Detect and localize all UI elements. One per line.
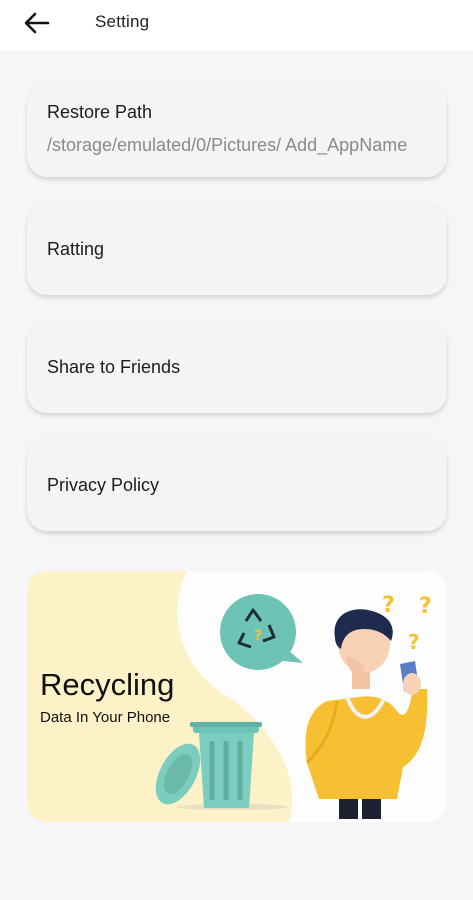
rating-label: Ratting	[47, 239, 105, 259]
page-title: Setting	[95, 12, 150, 31]
question-mark-icon: ?	[382, 593, 395, 618]
back-button[interactable]	[18, 6, 56, 40]
svg-text:?: ?	[408, 630, 420, 654]
restore-path-item[interactable]: Restore Path /storage/emulated/0/Picture…	[27, 84, 447, 177]
privacy-policy-label: Privacy Policy	[47, 475, 160, 495]
promo-banner: ? ? ? ? Recycling Data In Your Phone	[27, 571, 447, 822]
arrow-left-icon	[24, 12, 50, 34]
person-illustration: ? ? ?	[305, 593, 432, 819]
svg-text:?: ?	[254, 628, 262, 644]
share-label: Share to Friends	[47, 357, 181, 377]
restore-path-label: Restore Path	[47, 102, 153, 122]
privacy-policy-item[interactable]: Privacy Policy	[27, 439, 447, 531]
banner-title: Recycling	[40, 667, 175, 702]
recycle-icon: ?	[220, 594, 303, 670]
share-item[interactable]: Share to Friends	[27, 321, 447, 413]
app-bar: Setting	[0, 0, 473, 50]
rating-item[interactable]: Ratting	[27, 203, 447, 295]
restore-path-value: /storage/emulated/0/Pictures/ Add_AppNam…	[47, 135, 408, 155]
banner-subtitle: Data In Your Phone	[40, 709, 171, 726]
svg-text:?: ?	[419, 594, 432, 619]
